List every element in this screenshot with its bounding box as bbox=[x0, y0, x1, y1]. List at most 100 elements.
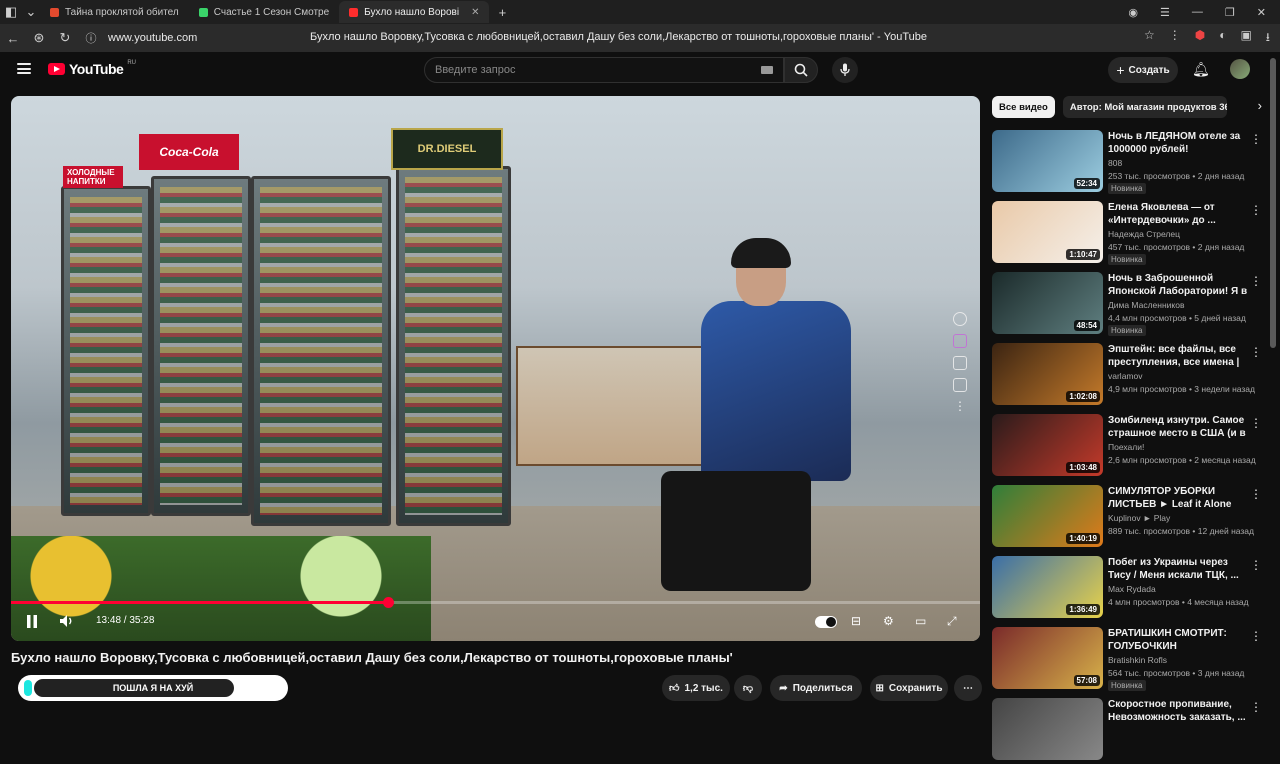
progress-scrubber[interactable] bbox=[382, 597, 394, 608]
download-icon[interactable]: ⭳ bbox=[1266, 28, 1270, 49]
rec-title[interactable]: Елена Яковлева — от «Интердевочки» до ..… bbox=[1108, 201, 1248, 227]
close-window-icon[interactable]: ✕ bbox=[1257, 6, 1266, 19]
maximize-icon[interactable]: ❐ bbox=[1225, 6, 1235, 19]
search-button[interactable] bbox=[784, 57, 818, 83]
more-icon[interactable]: ⋮ bbox=[1169, 28, 1181, 49]
volume-button[interactable] bbox=[59, 614, 75, 628]
tab-list-chevron-icon[interactable]: ⌄ bbox=[22, 0, 40, 24]
video-tool-icon[interactable] bbox=[953, 334, 967, 348]
minimize-icon[interactable]: — bbox=[1192, 6, 1203, 18]
recommendation-item[interactable]: 1:02:08 Эпштейн: все файлы, все преступле… bbox=[992, 343, 1268, 409]
rec-channel[interactable]: Поехали! bbox=[1108, 442, 1144, 452]
rec-menu-icon[interactable]: ⋮ bbox=[1250, 487, 1262, 501]
dislike-button[interactable]: 👎︎ bbox=[734, 675, 762, 701]
keyboard-icon[interactable] bbox=[761, 66, 773, 74]
more-actions-button[interactable]: ⋯ bbox=[954, 675, 982, 701]
voice-search-button[interactable] bbox=[832, 57, 858, 83]
rec-channel[interactable]: 808 bbox=[1108, 158, 1122, 168]
video-thumbnail[interactable]: 1:40:19 bbox=[992, 485, 1103, 547]
search-input[interactable]: Введите запрос bbox=[424, 57, 784, 83]
new-tab-plus-icon[interactable]: + bbox=[489, 0, 515, 24]
tab-menu-icon[interactable]: ☰ bbox=[1160, 6, 1170, 19]
rec-menu-icon[interactable]: ⋮ bbox=[1250, 558, 1262, 572]
rec-title[interactable]: Побег из Украины через Тису / Меня искал… bbox=[1108, 556, 1248, 582]
url-field[interactable]: www.youtube.com bbox=[108, 32, 197, 44]
rec-menu-icon[interactable]: ⋮ bbox=[1250, 132, 1262, 146]
rec-title[interactable]: Зомбиленд изнутри. Самое страшное место … bbox=[1108, 414, 1248, 440]
video-thumbnail[interactable]: 48:54 bbox=[992, 272, 1103, 334]
protect-icon[interactable]: ⊛ bbox=[26, 26, 52, 50]
video-thumbnail[interactable]: 57:08 bbox=[992, 627, 1103, 689]
recommendation-item[interactable]: 48:54 Ночь в Заброшенной Японской Лаборат… bbox=[992, 272, 1268, 338]
browser-menu-icon[interactable]: ◧ bbox=[0, 0, 22, 24]
rec-channel[interactable]: Kuplinov ► Play bbox=[1108, 513, 1170, 523]
video-thumbnail[interactable]: 1:03:48 bbox=[992, 414, 1103, 476]
save-button[interactable]: ⊞ Сохранить bbox=[870, 675, 948, 701]
rec-channel[interactable]: Bratishkin Rofls bbox=[1108, 655, 1167, 665]
miniplayer-icon[interactable]: ▭ bbox=[915, 614, 926, 628]
recommendation-item[interactable]: Скоростное пропивание, Невозможность зак… bbox=[992, 698, 1268, 764]
recommendation-item[interactable]: 1:03:48 Зомбиленд изнутри. Самое страшное… bbox=[992, 414, 1268, 480]
chip-author[interactable]: Автор: Мой магазин продуктов 364 bbox=[1062, 96, 1227, 118]
recommendation-item[interactable]: 1:40:19 СИМУЛЯТОР УБОРКИ ЛИСТЬЕВ ► Leaf i… bbox=[992, 485, 1268, 551]
hamburger-menu-icon[interactable] bbox=[17, 63, 31, 74]
extension-icon[interactable]: ◐ bbox=[1219, 28, 1226, 49]
rec-title[interactable]: Ночь в ЛЕДЯНОМ отеле за 1000000 рублей! bbox=[1108, 130, 1248, 156]
page-scrollbar[interactable] bbox=[1270, 58, 1276, 348]
rec-title[interactable]: Эпштейн: все файлы, все преступления, вс… bbox=[1108, 343, 1248, 369]
tab-close-icon[interactable]: ✕ bbox=[471, 7, 479, 18]
youtube-logo[interactable]: YouTube RU bbox=[48, 60, 136, 77]
rec-menu-icon[interactable]: ⋮ bbox=[1250, 274, 1262, 288]
translate-icon[interactable]: ⬢ bbox=[1195, 28, 1205, 49]
progress-bar[interactable] bbox=[11, 597, 980, 608]
rec-menu-icon[interactable]: ⋮ bbox=[1250, 203, 1262, 217]
avatar[interactable] bbox=[1230, 59, 1250, 79]
rec-title[interactable]: СИМУЛЯТОР УБОРКИ ЛИСТЬЕВ ► Leaf it Alone bbox=[1108, 485, 1248, 511]
picture-tool-icon[interactable] bbox=[953, 378, 967, 392]
rec-title[interactable]: Ночь в Заброшенной Японской Лаборатории!… bbox=[1108, 272, 1248, 298]
rec-channel[interactable]: Надежда Стрелец bbox=[1108, 229, 1180, 239]
video-thumbnail[interactable] bbox=[992, 698, 1103, 760]
more-tools-icon[interactable]: ⋮ bbox=[953, 400, 967, 414]
site-info-icon[interactable]: ⓘ bbox=[78, 26, 104, 50]
settings-gear-icon[interactable]: ⚙ bbox=[883, 614, 894, 628]
rec-menu-icon[interactable]: ⋮ bbox=[1250, 416, 1262, 430]
reload-icon[interactable]: ↻ bbox=[52, 26, 78, 50]
recommendation-item[interactable]: 1:10:47 Елена Яковлева — от «Интердевочки… bbox=[992, 201, 1268, 267]
video-thumbnail[interactable]: 1:02:08 bbox=[992, 343, 1103, 405]
fullscreen-icon[interactable]: ⤢ bbox=[947, 614, 957, 629]
notifications-bell-icon[interactable]: 🔔︎ bbox=[1192, 61, 1210, 79]
video-thumbnail[interactable]: 1:10:47 bbox=[992, 201, 1103, 263]
rec-menu-icon[interactable]: ⋮ bbox=[1250, 629, 1262, 643]
rec-channel[interactable]: Дима Масленников bbox=[1108, 300, 1184, 310]
create-button[interactable]: + Создать bbox=[1108, 57, 1178, 83]
rec-title[interactable]: Скоростное пропивание, Невозможность зак… bbox=[1108, 698, 1248, 724]
recommendation-item[interactable]: 57:08 БРАТИШКИН СМОТРИТ: ГОЛУБОЧКИН УНИЧТ… bbox=[992, 627, 1268, 693]
chip-all-videos[interactable]: Все видео bbox=[992, 96, 1055, 118]
bookmark-icon[interactable]: ☆ bbox=[1144, 28, 1155, 49]
rec-title[interactable]: БРАТИШКИН СМОТРИТ: ГОЛУБОЧКИН УНИЧТОЖАЕТ… bbox=[1108, 627, 1248, 653]
share-button[interactable]: ➦ Поделиться bbox=[770, 675, 862, 701]
recommendation-item[interactable]: 52:34 Ночь в ЛЕДЯНОМ отеле за 1000000 руб… bbox=[992, 130, 1268, 196]
collections-icon[interactable]: ▣ bbox=[1240, 28, 1251, 49]
video-player[interactable]: Coca-Cola DR.DIESEL ХОЛОДНЫЕ НАПИТКИ ⋮ 1… bbox=[11, 96, 980, 641]
browser-tab-2[interactable]: Счастье 1 Сезон Смотре bbox=[189, 1, 339, 23]
rec-menu-icon[interactable]: ⋮ bbox=[1250, 700, 1262, 714]
captions-tool-icon[interactable] bbox=[953, 356, 967, 370]
back-arrow-icon[interactable]: ← bbox=[0, 26, 26, 50]
autoplay-toggle[interactable] bbox=[815, 616, 837, 628]
browser-tab-1[interactable]: Тайна проклятой обител bbox=[40, 1, 189, 23]
video-thumbnail[interactable]: 52:34 bbox=[992, 130, 1103, 192]
subtitles-icon[interactable]: ⊟ bbox=[851, 614, 861, 628]
rec-channel[interactable]: Max Rydada bbox=[1108, 584, 1156, 594]
recommendation-item[interactable]: 1:36:49 Побег из Украины через Тису / Мен… bbox=[992, 556, 1268, 622]
profile-icon[interactable]: ◉ bbox=[1128, 6, 1138, 19]
like-button[interactable]: 👍︎ 1,2 тыс. bbox=[662, 675, 730, 701]
pause-button[interactable] bbox=[25, 614, 39, 628]
chevron-right-icon[interactable]: › bbox=[1258, 98, 1262, 113]
rec-menu-icon[interactable]: ⋮ bbox=[1250, 345, 1262, 359]
video-thumbnail[interactable]: 1:36:49 bbox=[992, 556, 1103, 618]
browser-tab-3-active[interactable]: Бухло нашло Ворові ✕ bbox=[339, 1, 490, 23]
video-tool-icon[interactable] bbox=[953, 312, 967, 326]
rec-channel[interactable]: varlamov bbox=[1108, 371, 1142, 381]
